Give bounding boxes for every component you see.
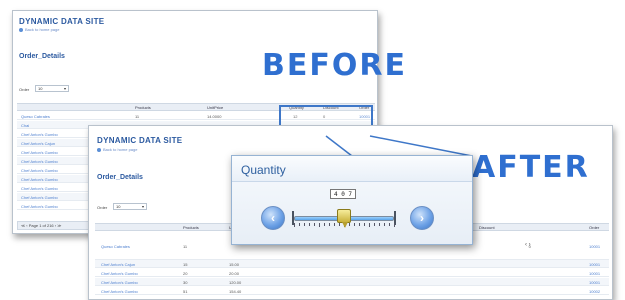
col-products[interactable]: Products [183, 225, 199, 230]
order-filter-label: Order [19, 87, 30, 92]
row-product[interactable]: Chai [21, 123, 29, 128]
row-unit-price: 20.00 [229, 271, 240, 276]
table-name: Order_Details [19, 53, 65, 60]
slider-tick [319, 223, 320, 227]
col-unitprice[interactable]: UnitPrice [207, 105, 223, 110]
slider-tick [374, 223, 375, 226]
row-order[interactable]: 10001 [589, 262, 600, 267]
order-filter-value: 10 [38, 86, 43, 91]
row-product[interactable]: Queso Cabrales [21, 114, 50, 119]
before-label: BEFORE [262, 48, 407, 83]
slider-tick [354, 223, 355, 226]
back-arrow-icon [97, 147, 101, 152]
slider-tick [304, 223, 305, 226]
row-product-id: 11 [183, 244, 188, 249]
slider-tick [309, 223, 310, 226]
slider-tick [384, 223, 385, 226]
row-unit-price: 154.40 [229, 289, 242, 294]
back-link[interactable]: Back to home page [97, 147, 137, 152]
row-product-id: 20 [183, 271, 188, 276]
slider-tick [379, 223, 380, 226]
row-order[interactable]: 10001 [589, 244, 600, 249]
chevron-left-icon: ‹ [271, 211, 275, 225]
row-order[interactable]: 10001 [589, 280, 600, 285]
quantity-editor-popup: Quantity 4 0 7 ‹ › [231, 155, 473, 245]
col-products[interactable]: Products [135, 105, 151, 110]
table-name: Order_Details [97, 174, 143, 181]
order-filter-select[interactable]: 10 ▾ [113, 203, 147, 210]
row-discount: ‹ 0 › [525, 242, 531, 249]
slider-thumb[interactable] [337, 209, 351, 228]
row-product[interactable]: Chef Anton's Gumbo [21, 159, 58, 164]
row-unit-price: 14.0000 [207, 114, 222, 119]
increment-button[interactable]: › [410, 206, 434, 230]
chevron-down-icon: ▾ [63, 86, 66, 91]
table-row: Chef Anton's Cajun 15 15.00 10001 [95, 260, 609, 268]
row-product[interactable]: Chef Anton's Gumbo [21, 204, 58, 209]
slider-tick [394, 223, 395, 227]
back-link-label: Back to home page [25, 27, 60, 32]
slider-tick [299, 223, 300, 226]
row-product[interactable]: Chef Anton's Cajun [101, 262, 135, 267]
row-order[interactable]: 10002 [589, 289, 600, 294]
slider-tick [314, 223, 315, 226]
row-product[interactable]: Chef Anton's Gumbo [21, 150, 58, 155]
back-link-label: Back to home page [103, 147, 138, 152]
row-product[interactable]: Chef Anton's Gumbo [21, 186, 58, 191]
row-product[interactable]: Chef Anton's Cajun [21, 141, 55, 146]
col-discount[interactable]: Discount [479, 225, 495, 230]
row-product[interactable]: Chef Anton's Gumbo [101, 271, 138, 276]
slider-tick [364, 223, 365, 226]
row-unit-price: 15.00 [229, 262, 240, 267]
row-product[interactable]: Chef Anton's Gumbo [101, 289, 138, 294]
slider-tick [334, 223, 335, 226]
order-filter-label: Order [97, 205, 108, 210]
site-title: DYNAMIC DATA SITE [97, 136, 183, 145]
after-label: AFTER [472, 150, 590, 185]
quantity-value-display: 4 0 7 [330, 189, 356, 199]
row-product[interactable]: Chef Anton's Gumbo [21, 195, 58, 200]
slider-tick [339, 223, 340, 226]
slider-tick [329, 223, 330, 226]
row-product-id: 30 [183, 280, 188, 285]
back-arrow-icon [19, 27, 23, 32]
decrement-button[interactable]: ‹ [261, 206, 285, 230]
chevron-right-icon: › [420, 211, 424, 225]
site-title: DYNAMIC DATA SITE [19, 17, 105, 26]
row-product-id: 11 [135, 114, 140, 119]
row-product[interactable]: Chef Anton's Gumbo [21, 168, 58, 173]
row-unit-price: 120.00 [229, 280, 242, 285]
chevron-down-icon: ▾ [141, 204, 144, 209]
row-product-id: 51 [183, 289, 188, 294]
slider-tick [359, 223, 360, 226]
order-filter-select[interactable]: 10 ▾ [35, 85, 69, 92]
row-product-id: 15 [183, 262, 188, 267]
table-row: Chef Anton's Gumbo 20 20.00 10001 [95, 269, 609, 277]
slider-tick [369, 223, 370, 227]
popup-title: Quantity [241, 163, 286, 177]
order-filter-value: 10 [116, 204, 121, 209]
back-link[interactable]: Back to home page [19, 27, 59, 32]
slider-tick [294, 223, 295, 227]
table-row: Chef Anton's Gumbo 51 154.40 10002 [95, 287, 609, 295]
row-product[interactable]: Chef Anton's Gumbo [21, 132, 58, 137]
row-product[interactable]: Chef Anton's Gumbo [101, 280, 138, 285]
slider-tick [389, 223, 390, 226]
row-product[interactable]: Chef Anton's Gumbo [21, 177, 58, 182]
table-row: Chef Anton's Gumbo 30 120.00 10001 [95, 278, 609, 286]
slider-tick [349, 223, 350, 226]
row-product[interactable]: Queso Cabrales [101, 244, 130, 249]
col-order[interactable]: Order [589, 225, 599, 230]
row-order[interactable]: 10001 [589, 271, 600, 276]
slider-tick [324, 223, 325, 226]
row-discount-value: 0 [528, 244, 531, 249]
